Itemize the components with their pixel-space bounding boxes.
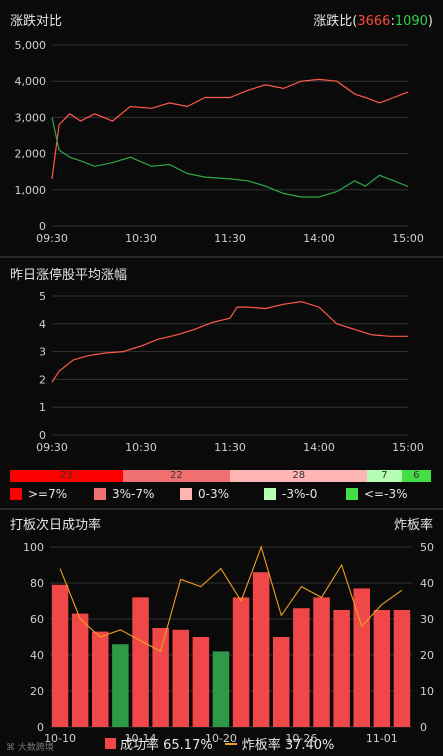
success-rate-bar xyxy=(152,628,169,727)
legend-label: 3%-7% xyxy=(112,487,155,501)
x-tick-label: 14:00 xyxy=(303,441,335,454)
distribution-segment: 23 xyxy=(10,470,123,482)
legend-swatch xyxy=(264,488,276,500)
y-tick-label: 100 xyxy=(23,541,44,554)
success-rate-bar xyxy=(212,651,230,727)
y-tick-label: 80 xyxy=(30,577,44,590)
board-success-panel: 打板次日成功率 炸板率 0 0 20 10 40 20 60 30 80 40 100 50 10-10… xyxy=(0,510,443,756)
distribution-bar: 23 22 28 7 6 xyxy=(10,470,431,482)
y-tick-label: 0 xyxy=(37,721,44,734)
distribution-segment: 22 xyxy=(122,470,231,482)
distribution-legend-item: 3%-7% xyxy=(94,487,154,501)
y-right-tick-label: 20 xyxy=(420,649,434,662)
success-rate-bar xyxy=(373,610,391,727)
y-tick-label: 3 xyxy=(39,346,46,359)
distribution-legend-item: 0-3% xyxy=(180,487,229,501)
distribution-legend-item: -3%-0 xyxy=(264,487,317,501)
x-tick-label: 09:30 xyxy=(36,232,68,245)
success-rate-bar xyxy=(172,629,189,727)
break-rate-swatch xyxy=(224,742,237,745)
success-rate-bar xyxy=(273,637,290,727)
y-tick-label: 20 xyxy=(30,685,44,698)
success-rate-bar xyxy=(252,572,270,727)
x-tick-label: 14:00 xyxy=(303,232,335,245)
legend-swatch xyxy=(94,488,106,500)
success-rate-bar xyxy=(92,631,109,727)
legend-label: <=-3% xyxy=(364,487,408,501)
y-tick-label: 60 xyxy=(30,613,44,626)
x-tick-label: 10:30 xyxy=(125,232,157,245)
y-right-tick-label: 50 xyxy=(420,541,434,554)
distribution-segment: 28 xyxy=(230,470,368,482)
x-tick-label: 15:00 xyxy=(392,441,424,454)
y-right-tick-label: 40 xyxy=(420,577,434,590)
watermark-text: 大数跨境 xyxy=(17,743,54,753)
limit-up-avg-panel: 昨日涨停股平均涨幅 0 1 2 3 4 5 09:30 10:30 11:30 14:00 15:0… xyxy=(0,258,443,508)
x-tick-label: 15:00 xyxy=(392,232,424,245)
success-rate-bar xyxy=(232,597,250,727)
y-tick-label: 5 xyxy=(39,290,46,303)
break-rate-legend: 炸板率 37.40% xyxy=(241,738,335,753)
success-rate-swatch xyxy=(105,738,116,749)
advance-decline-chart: 01,0002,0003,0004,0005,00009:30 10:30 11:3… xyxy=(15,39,424,245)
success-rate-bar xyxy=(313,597,330,727)
success-rate-bar xyxy=(132,597,149,727)
distribution-legend-item: <=-3% xyxy=(346,487,407,501)
y-tick-label: 4,000 xyxy=(15,75,47,88)
y-right-tick-label: 10 xyxy=(420,685,434,698)
legend-swatch xyxy=(180,488,192,500)
success-rate-legend: 成功率 65.17% xyxy=(120,738,213,753)
success-rate-bar xyxy=(112,644,129,727)
watermark-logo-icon: ⌘ xyxy=(6,743,15,753)
y-tick-label: 1,000 xyxy=(15,184,47,197)
y-tick-label: 2,000 xyxy=(15,148,47,161)
success-rate-bar xyxy=(393,610,411,727)
x-tick-label: 10:30 xyxy=(125,441,157,454)
legend-label: -3%-0 xyxy=(282,487,318,501)
x-tick-label: 11-01 xyxy=(366,732,398,745)
x-tick-label: 09:30 xyxy=(36,441,68,454)
x-tick-label: 11:30 xyxy=(214,441,246,454)
legend-label: 0-3% xyxy=(198,487,230,501)
distribution-segment: 7 xyxy=(367,470,402,482)
watermark: ⌘ 大数跨境 xyxy=(6,740,54,753)
legend-swatch xyxy=(346,488,358,500)
success-rate-bar xyxy=(71,613,89,727)
y-tick-label: 40 xyxy=(30,649,44,662)
success-rate-bar xyxy=(333,610,350,727)
board-success-chart: 0 020 1040 2060 3080 40100 5010-10 10-14 10-20 10… xyxy=(23,541,434,745)
y-tick-label: 5,000 xyxy=(15,39,47,52)
series-line-avg xyxy=(51,300,408,383)
distribution-legend-item: >=7% xyxy=(10,487,67,501)
y-tick-label: 2 xyxy=(39,373,46,386)
y-right-tick-label: 0 xyxy=(420,721,427,734)
success-rate-bar xyxy=(51,584,69,727)
chart-legend: 成功率 65.17% 炸板率 37.40% xyxy=(105,734,334,753)
break-rate-line xyxy=(59,545,403,653)
distribution-legend: >=7% 3%-7% 0-3% -3%-0 <=-3% xyxy=(10,487,433,503)
limit-up-avg-chart: 01234509:30 10:30 11:30 14:00 15:00 xyxy=(36,290,424,454)
legend-swatch xyxy=(10,488,22,500)
success-rate-bar xyxy=(192,637,210,727)
distribution-segment: 6 xyxy=(401,470,431,482)
y-tick-label: 1 xyxy=(39,401,46,414)
success-rate-bar xyxy=(293,608,310,727)
y-right-tick-label: 30 xyxy=(420,613,434,626)
series-line-down xyxy=(51,117,409,198)
x-tick-label: 11:30 xyxy=(214,232,246,245)
y-tick-label: 4 xyxy=(39,318,46,331)
legend-label: >=7% xyxy=(28,487,68,501)
y-tick-label: 3,000 xyxy=(15,111,47,124)
advance-decline-panel: 涨跌对比 涨跌比(3666:1090) 0 1,000 2,000 3,000 4,00… xyxy=(0,0,443,256)
